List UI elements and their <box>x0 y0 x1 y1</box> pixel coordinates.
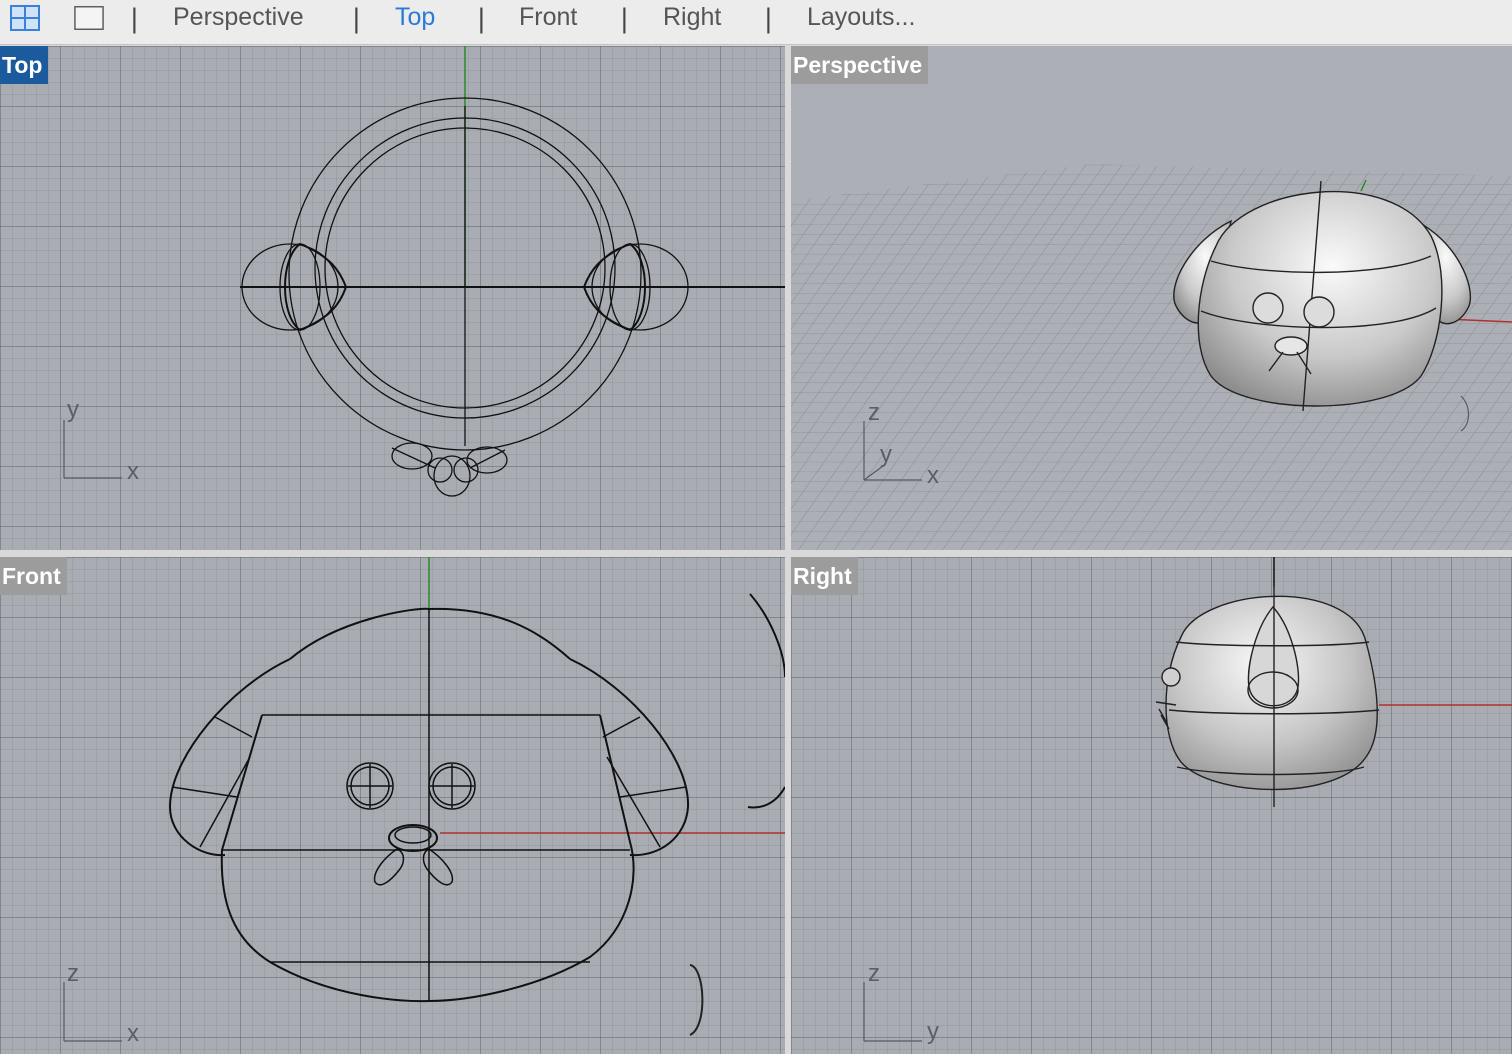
viewport-label-perspective[interactable]: Perspective <box>791 46 929 84</box>
right-viewport[interactable]: Right z y <box>791 557 1512 1054</box>
axis-label: z <box>868 399 880 426</box>
top-view-wireframe <box>63 46 785 497</box>
axis-label: y <box>880 441 892 468</box>
toolbar-separator: | <box>620 4 629 34</box>
tab-layouts[interactable]: Layouts... <box>807 2 915 32</box>
axis-label: x <box>127 1020 139 1047</box>
perspective-viewport[interactable]: Perspective z y x <box>791 46 1512 550</box>
tab-perspective[interactable]: Perspective <box>173 2 304 32</box>
axis-label: y <box>927 1018 939 1045</box>
toolbar-separator: | <box>477 4 486 34</box>
single-viewport-icon[interactable] <box>74 5 104 31</box>
axis-label: y <box>67 396 79 423</box>
toolbar-separator: | <box>764 4 773 34</box>
viewport-toolbar: | Perspective | Top | Front | Right | La… <box>0 0 1512 45</box>
perspective-view-scene <box>791 164 1512 550</box>
axis-label: z <box>868 960 880 987</box>
front-view-wireframe <box>63 557 785 1042</box>
top-viewport[interactable]: Top y x <box>0 46 785 550</box>
toolbar-separator: | <box>130 4 139 34</box>
viewport-label-top[interactable]: Top <box>0 46 49 84</box>
right-view-render <box>863 557 1512 1042</box>
toolbar-separator: | <box>352 4 361 34</box>
four-viewports-icon[interactable] <box>10 5 40 31</box>
axis-label: z <box>67 960 79 987</box>
axis-label: x <box>127 458 139 485</box>
tab-front[interactable]: Front <box>519 2 577 32</box>
front-viewport[interactable]: Front z x <box>0 557 785 1054</box>
axis-label: x <box>927 462 939 489</box>
tab-right[interactable]: Right <box>663 2 721 32</box>
tab-top[interactable]: Top <box>395 2 435 32</box>
viewport-label-front[interactable]: Front <box>0 557 67 595</box>
viewport-label-right[interactable]: Right <box>791 557 858 595</box>
